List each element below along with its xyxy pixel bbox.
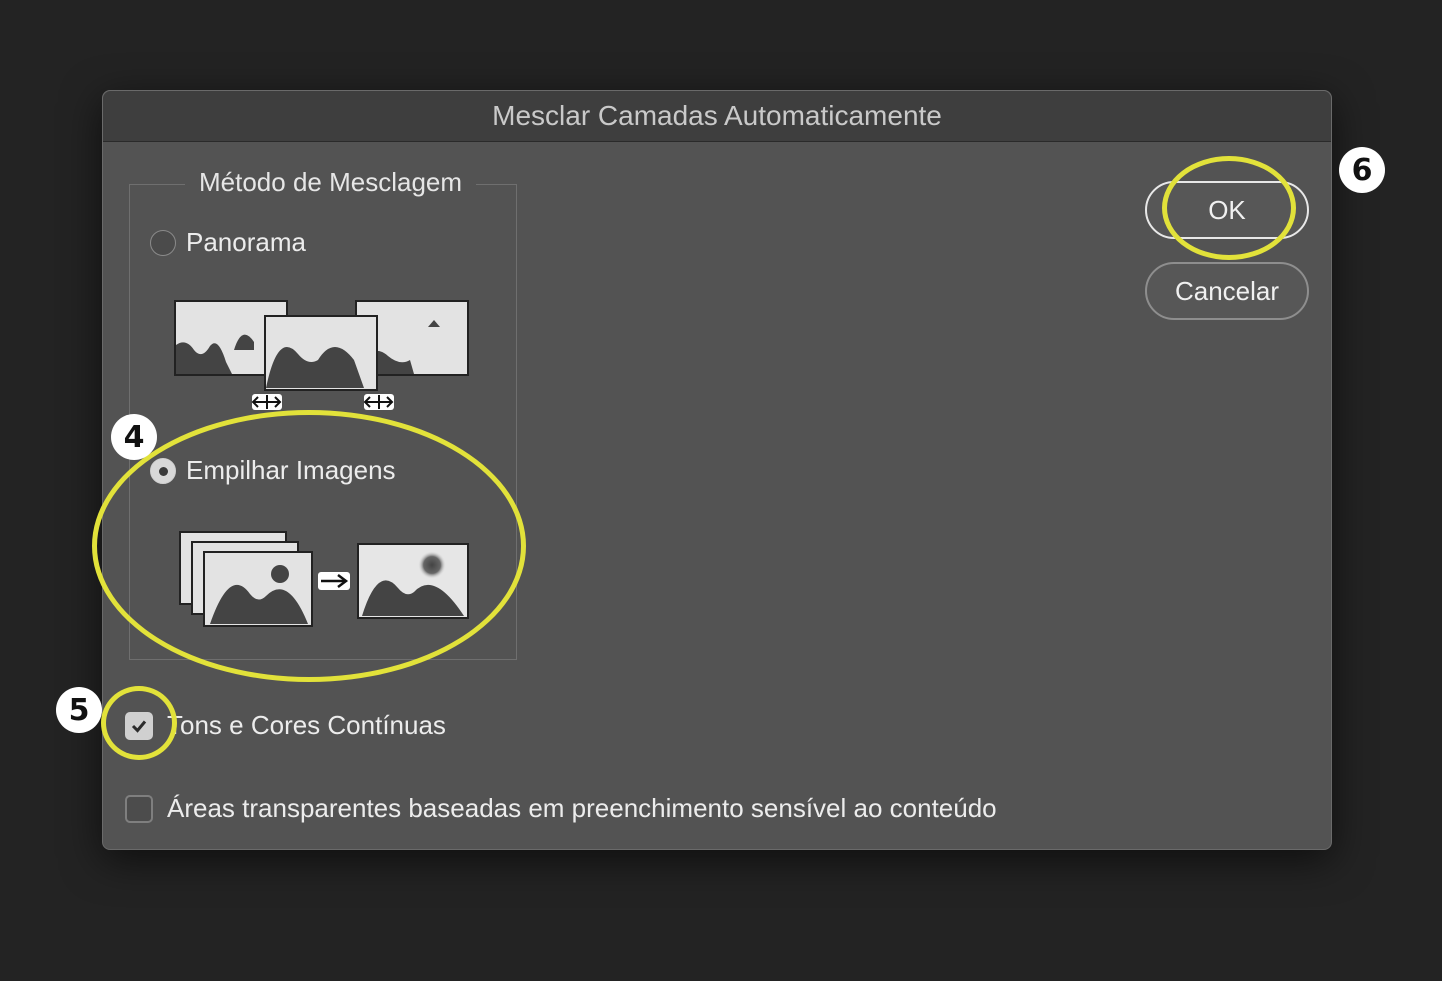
content-aware-fill-checkbox[interactable]	[125, 794, 153, 823]
radio-panorama-control[interactable]	[150, 229, 176, 256]
dialog-titlebar: Mesclar Camadas Automaticamente	[103, 91, 1331, 142]
highlight-ok-button	[1162, 156, 1296, 260]
panorama-illustration	[174, 300, 469, 410]
blend-method-legend: Método de Mesclagem	[185, 167, 477, 198]
step-badge-4: 4	[111, 414, 157, 460]
content-aware-fill-label: Áreas transparentes baseadas em preenchi…	[167, 793, 997, 823]
resize-arrows-icon	[251, 394, 394, 410]
step-badge-5: 5	[56, 687, 102, 733]
highlight-seamless-checkbox	[101, 686, 177, 760]
cancel-button[interactable]: Cancelar	[1145, 262, 1309, 320]
seamless-tones-label: Tons e Cores Contínuas	[167, 710, 446, 740]
dialog-title: Mesclar Camadas Automaticamente	[492, 100, 942, 131]
step-badge-6: 6	[1339, 147, 1385, 193]
radio-panorama[interactable]: Panorama	[150, 227, 306, 258]
highlight-stack-images	[92, 410, 526, 682]
radio-panorama-label: Panorama	[186, 227, 306, 257]
content-aware-fill-option[interactable]: Áreas transparentes baseadas em preenchi…	[125, 793, 997, 824]
